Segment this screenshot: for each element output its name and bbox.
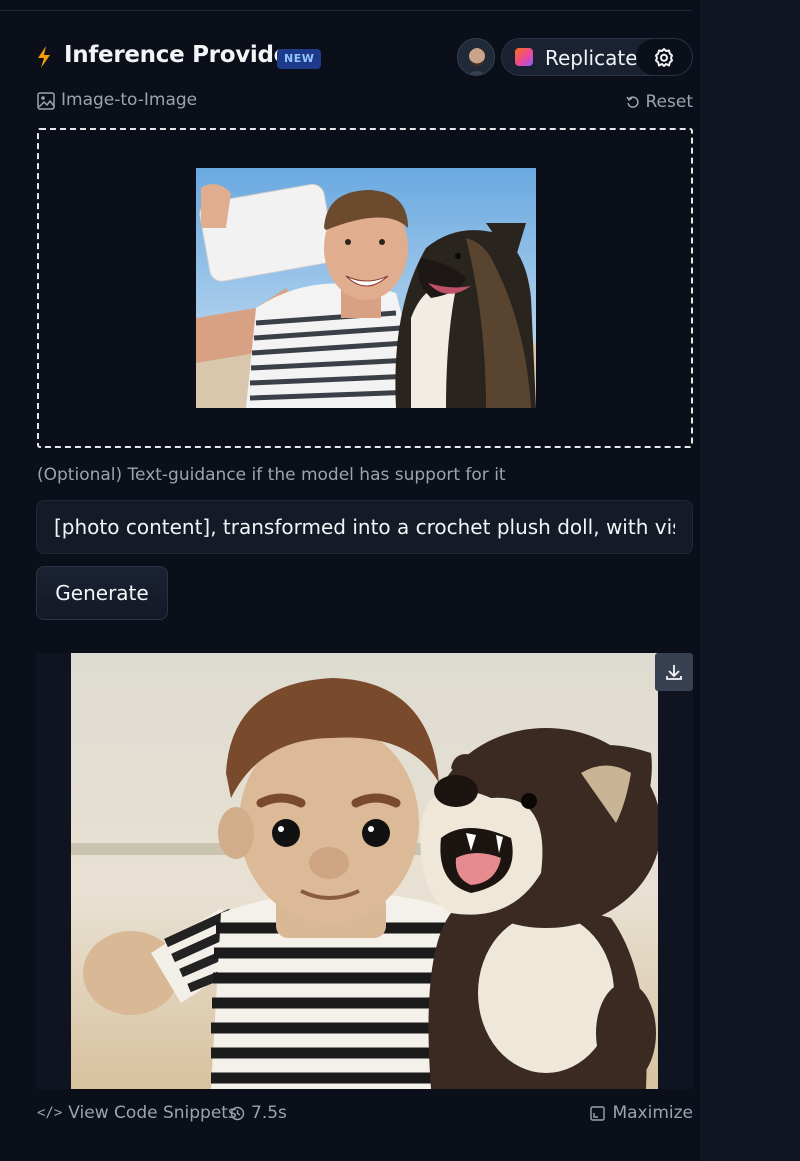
- output-footer: </> View Code Snippets 7.5s Maximize: [37, 1103, 693, 1127]
- bolt-icon: [38, 46, 50, 68]
- view-code-snippets-link[interactable]: </> View Code Snippets: [37, 1103, 237, 1123]
- maximize-label: Maximize: [612, 1103, 693, 1123]
- timing-value: 7.5s: [251, 1103, 287, 1123]
- generate-button[interactable]: Generate: [36, 566, 168, 620]
- replicate-logo-icon: [515, 48, 533, 66]
- output-crochet-image: [71, 653, 658, 1089]
- generation-time: 7.5s: [230, 1103, 287, 1123]
- clock-icon: [230, 1106, 245, 1120]
- panel-title: Inference Providers: [64, 42, 314, 68]
- settings-button[interactable]: [636, 39, 692, 75]
- input-photo-image: [196, 168, 536, 408]
- avatar[interactable]: [457, 38, 495, 76]
- guidance-label: (Optional) Text-guidance if the model ha…: [37, 465, 506, 485]
- task-row: Image-to-Image Reset: [37, 90, 693, 114]
- input-image: [196, 168, 536, 408]
- reset-label: Reset: [645, 92, 694, 112]
- avatar-icon: [458, 39, 494, 75]
- task-label: Image-to-Image: [61, 90, 198, 110]
- reset-icon: [625, 96, 639, 108]
- provider-name: Replicate: [545, 46, 638, 70]
- download-icon: [666, 665, 682, 680]
- divider: [0, 10, 692, 11]
- image-dropzone[interactable]: [37, 128, 693, 448]
- snippets-label: View Code Snippets: [68, 1103, 237, 1123]
- image-icon: [37, 92, 55, 110]
- panel-header: Inference Providers NEW Replicate: [36, 38, 693, 76]
- new-badge: NEW: [277, 49, 322, 69]
- maximize-icon: [590, 1105, 606, 1121]
- prompt-input[interactable]: [36, 500, 693, 554]
- maximize-button[interactable]: Maximize: [590, 1103, 693, 1123]
- output-panel: [36, 653, 693, 1089]
- settings-icon: [655, 48, 673, 67]
- reset-button[interactable]: Reset: [625, 92, 694, 112]
- code-icon: </>: [37, 1105, 63, 1121]
- provider-selector[interactable]: Replicate: [501, 38, 693, 76]
- output-image: [71, 653, 658, 1089]
- download-button[interactable]: [655, 653, 693, 691]
- side-gutter: [700, 0, 800, 1161]
